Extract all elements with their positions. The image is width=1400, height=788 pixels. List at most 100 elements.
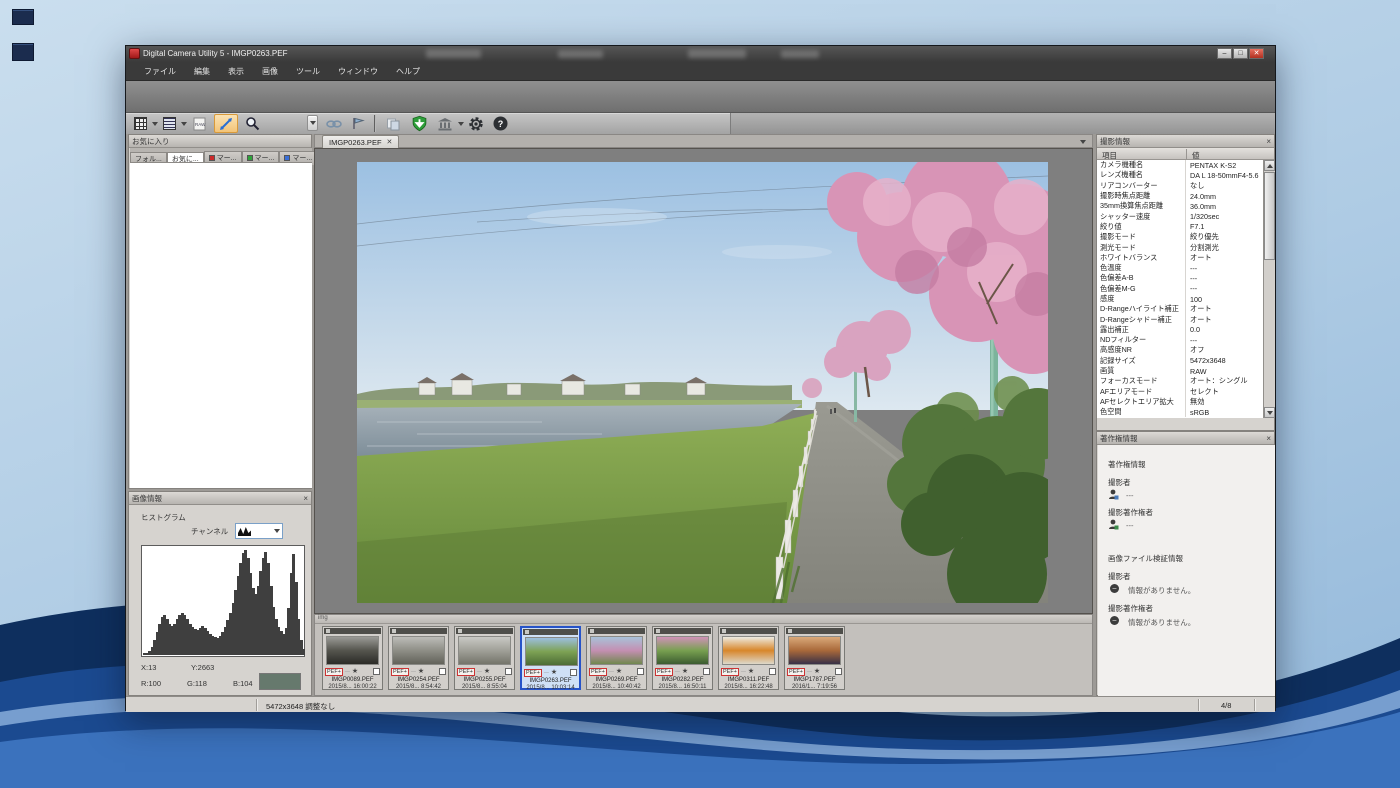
exif-scrollbar[interactable] bbox=[1263, 160, 1275, 418]
verify-holder-label: 撮影著作権者 bbox=[1108, 603, 1153, 614]
filmstrip-thumbnail[interactable]: PEF+ — ★ IMGP1787.PEF 2016/1... 7:19:56 bbox=[784, 626, 845, 690]
list-icon bbox=[163, 117, 176, 130]
menu-item[interactable]: ファイル bbox=[136, 63, 184, 80]
verify-photographer-label: 撮影者 bbox=[1108, 571, 1131, 582]
star-icon[interactable]: ★ bbox=[616, 668, 622, 676]
scroll-up-button[interactable] bbox=[1264, 160, 1275, 171]
copyright-panel-header[interactable]: 著作権情報 × bbox=[1097, 432, 1274, 445]
thumbnail-icon-row: PEF+ — ★ bbox=[589, 667, 644, 676]
scroll-down-button[interactable] bbox=[1264, 407, 1275, 418]
filmstrip-thumbnail[interactable]: PEF+ — ★ IMGP0254.PEF 2015/8... 8:54:42 bbox=[388, 626, 449, 690]
menu-item[interactable]: 画像 bbox=[254, 63, 286, 80]
filmstrip-thumbnail[interactable]: PEF+ — ★ IMGP0269.PEF 2015/8... 10:40:42 bbox=[586, 626, 647, 690]
close-icon[interactable]: × bbox=[1266, 137, 1271, 146]
tab-close-icon[interactable]: ✕ bbox=[387, 138, 393, 146]
list-view-button[interactable] bbox=[159, 115, 179, 132]
thumbnail-icon-row: PEF+ — ★ bbox=[325, 667, 380, 676]
thumbnail-checkbox[interactable] bbox=[703, 668, 710, 675]
thumbnail-header-bar bbox=[523, 629, 578, 635]
list-view-caret[interactable] bbox=[181, 122, 187, 126]
thumbnail-icon-row: PEF+ — ★ bbox=[391, 667, 446, 676]
thumbnail-icon-row: PEF+ — ★ bbox=[655, 667, 710, 676]
desktop-shortcut-icon[interactable] bbox=[12, 43, 34, 61]
star-icon[interactable]: ★ bbox=[748, 668, 754, 676]
thumbnail-filename: IMGP0269.PEF bbox=[587, 677, 646, 683]
exif-row: 撮影時焦点距離24.0mm bbox=[1097, 191, 1263, 201]
thumbnail-checkbox[interactable] bbox=[505, 668, 512, 675]
scrollbar-thumb[interactable] bbox=[1264, 172, 1275, 260]
thumbnail-date: 2016/1... 7:19:56 bbox=[785, 684, 844, 690]
link-displays-button[interactable] bbox=[324, 115, 344, 132]
extract-jpeg-button[interactable] bbox=[382, 115, 404, 132]
menu-item[interactable]: ウィンドウ bbox=[330, 63, 386, 80]
thumbnail-checkbox[interactable] bbox=[373, 668, 380, 675]
close-icon[interactable]: × bbox=[303, 494, 308, 503]
menu-item[interactable]: 表示 bbox=[220, 63, 252, 80]
status-selection-count: 4/8 bbox=[1221, 701, 1231, 710]
settings-button[interactable] bbox=[466, 115, 486, 132]
filmstrip-thumbnail[interactable]: PEF+ — ★ IMGP0089.PEF 2015/8... 16:00:22 bbox=[322, 626, 383, 690]
thumbnail-checkbox[interactable] bbox=[570, 669, 577, 676]
shooting-info-header[interactable]: 撮影情報 × bbox=[1097, 135, 1274, 148]
desktop-shortcut-icon[interactable] bbox=[12, 9, 34, 25]
image-viewer[interactable] bbox=[314, 148, 1093, 614]
menu-item[interactable]: ツール bbox=[288, 63, 328, 80]
favorites-list[interactable] bbox=[130, 162, 312, 488]
document-tab[interactable]: IMGP0263.PEF ✕ bbox=[322, 135, 399, 148]
exif-value: --- bbox=[1185, 263, 1197, 273]
camera-icon bbox=[722, 629, 726, 633]
minimize-button[interactable]: – bbox=[1217, 48, 1232, 59]
thumbnail-extra-label: — bbox=[345, 669, 350, 675]
thumbnail-view-button[interactable] bbox=[130, 115, 150, 132]
exif-value: オフ bbox=[1185, 345, 1204, 355]
no-info-icon: – bbox=[1110, 584, 1119, 593]
filmstrip-thumbnail[interactable]: PEF+ — ★ IMGP0255.PEF 2015/8... 8:55:04 bbox=[454, 626, 515, 690]
exif-key: シャッター速度 bbox=[1097, 212, 1185, 222]
thumbnail-checkbox[interactable] bbox=[835, 668, 842, 675]
thumbnail-checkbox[interactable] bbox=[637, 668, 644, 675]
channel-select[interactable] bbox=[235, 523, 283, 539]
archive-button[interactable] bbox=[434, 115, 456, 132]
navigator-panel-header[interactable]: お気に入り bbox=[129, 135, 311, 148]
filmstrip-thumbnail[interactable]: PEF+ — ★ IMGP0263.PEF 2015/8... 10:03:14 bbox=[520, 626, 581, 690]
archive-caret[interactable] bbox=[458, 122, 464, 126]
exif-value: 0.0 bbox=[1185, 325, 1200, 335]
pef-badge: PEF+ bbox=[391, 668, 409, 676]
filmstrip-thumbnail[interactable]: PEF+ — ★ IMGP0282.PEF 2015/8... 16:50:11 bbox=[652, 626, 713, 690]
thumbnail-view-caret[interactable] bbox=[152, 122, 158, 126]
photo[interactable] bbox=[357, 162, 1048, 603]
compare-button[interactable] bbox=[348, 115, 368, 132]
exif-row: 色偏差M-G--- bbox=[1097, 284, 1263, 294]
filmstrip-thumbnail[interactable]: PEF+ — ★ IMGP0311.PEF 2015/8... 16:22:48 bbox=[718, 626, 779, 690]
exif-key: D-Rangeハイライト補正 bbox=[1097, 304, 1185, 314]
help-button[interactable]: ? bbox=[490, 115, 510, 132]
thumbnail-checkbox[interactable] bbox=[439, 668, 446, 675]
tab-list-caret[interactable] bbox=[1080, 140, 1086, 144]
star-icon[interactable]: ★ bbox=[352, 668, 358, 676]
thumbnail-checkbox[interactable] bbox=[769, 668, 776, 675]
exif-value: オート bbox=[1185, 253, 1212, 263]
blurred-region bbox=[426, 49, 481, 58]
title-bar[interactable]: Digital Camera Utility 5 - IMGP0263.PEF … bbox=[126, 46, 1275, 62]
menu-item[interactable]: ヘルプ bbox=[388, 63, 428, 80]
image-info-panel-header[interactable]: 画像情報 × bbox=[129, 492, 311, 505]
zoom-level-caret[interactable] bbox=[307, 115, 318, 131]
close-icon[interactable]: × bbox=[1266, 434, 1271, 443]
maximize-button[interactable]: □ bbox=[1233, 48, 1248, 59]
exif-value: F7.1 bbox=[1185, 222, 1204, 232]
photographer-label: 撮影者 bbox=[1108, 477, 1131, 488]
transfer-button[interactable] bbox=[408, 114, 430, 133]
zoom-tool-button[interactable] bbox=[242, 115, 262, 132]
exif-key: 色偏差A-B bbox=[1097, 273, 1185, 283]
star-icon[interactable]: ★ bbox=[682, 668, 688, 676]
star-icon[interactable]: ★ bbox=[418, 668, 424, 676]
star-icon[interactable]: ★ bbox=[814, 668, 820, 676]
fit-to-screen-button[interactable] bbox=[214, 114, 238, 133]
star-icon[interactable]: ★ bbox=[484, 668, 490, 676]
exif-value: オート bbox=[1185, 314, 1212, 324]
star-icon[interactable]: ★ bbox=[551, 669, 557, 677]
raw-display-button[interactable]: RAW bbox=[188, 115, 210, 132]
exif-row: 色温度--- bbox=[1097, 263, 1263, 273]
close-button[interactable]: ✕ bbox=[1249, 48, 1264, 59]
menu-item[interactable]: 編集 bbox=[186, 63, 218, 80]
